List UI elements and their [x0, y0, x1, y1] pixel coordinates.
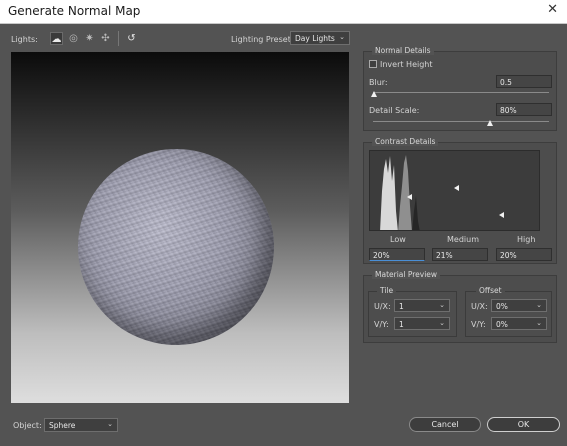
chevron-down-icon: ⌄ — [536, 319, 542, 327]
tile-title: Tile — [377, 286, 397, 295]
chevron-down-icon: ⌄ — [107, 420, 113, 428]
tile-vy-label: V/Y: — [374, 320, 389, 329]
tile-ux-label: U/X: — [374, 302, 391, 311]
detail-scale-label: Detail Scale: — [369, 106, 420, 115]
medium-label: Medium — [447, 235, 479, 244]
normal-details-title: Normal Details — [372, 46, 434, 55]
offset-title: Offset — [476, 286, 505, 295]
offset-ux-value: 0% — [496, 302, 508, 311]
histogram-graph — [380, 155, 420, 230]
detail-scale-slider-thumb[interactable] — [487, 120, 493, 126]
preview-canvas[interactable] — [11, 52, 349, 403]
chevron-down-icon: ⌄ — [536, 301, 542, 309]
offset-ux-label: U/X: — [471, 302, 488, 311]
close-icon[interactable]: ✕ — [547, 2, 558, 17]
chevron-down-icon: ⌄ — [439, 301, 445, 309]
blur-slider-track[interactable] — [373, 92, 549, 93]
blur-field[interactable]: 0.5 — [496, 75, 552, 88]
tile-ux-value: 1 — [399, 302, 404, 311]
add-infinite-light-icon[interactable]: ☁ — [50, 32, 63, 45]
add-spot-light-icon[interactable]: ◎ — [67, 32, 80, 45]
cancel-button[interactable]: Cancel — [409, 417, 481, 432]
medium-marker[interactable] — [454, 185, 459, 191]
offset-vy-label: V/Y: — [471, 320, 486, 329]
window-title: Generate Normal Map — [8, 4, 141, 18]
offset-group: Offset — [465, 286, 552, 337]
object-value: Sphere — [49, 421, 76, 430]
low-marker[interactable] — [407, 194, 412, 200]
lighting-preset-label: Lighting Preset: — [231, 35, 294, 44]
contrast-details-title: Contrast Details — [372, 137, 439, 146]
low-field[interactable]: 20% — [369, 248, 425, 261]
contrast-histogram[interactable] — [369, 150, 540, 231]
lighting-preset-select[interactable]: Day Lights ⌄ — [290, 31, 350, 45]
high-marker[interactable] — [499, 212, 504, 218]
lights-label: Lights: — [11, 35, 38, 44]
object-select[interactable]: Sphere ⌄ — [44, 418, 118, 432]
add-point-light-icon[interactable]: ✷ — [83, 32, 96, 45]
chevron-down-icon: ⌄ — [339, 33, 345, 41]
toolbar-divider — [118, 31, 119, 46]
object-label: Object: — [13, 421, 42, 430]
detail-scale-field[interactable]: 80% — [496, 103, 552, 116]
title-bar: Generate Normal Map ✕ — [0, 0, 567, 24]
preview-sphere[interactable] — [78, 149, 274, 345]
offset-vy-select[interactable]: 0% ⌄ — [491, 317, 547, 330]
chevron-down-icon: ⌄ — [439, 319, 445, 327]
blur-slider-thumb[interactable] — [371, 91, 377, 97]
medium-field[interactable]: 21% — [432, 248, 488, 261]
blur-label: Blur: — [369, 78, 388, 87]
invert-height-checkbox[interactable] — [369, 60, 377, 68]
tile-group: Tile — [368, 286, 457, 337]
high-field[interactable]: 20% — [496, 248, 552, 261]
lighting-preset-value: Day Lights — [295, 34, 335, 43]
material-preview-title: Material Preview — [372, 270, 441, 279]
detail-scale-slider-track[interactable] — [373, 121, 549, 122]
ok-button[interactable]: OK — [487, 417, 560, 432]
tile-ux-select[interactable]: 1 ⌄ — [394, 299, 450, 312]
low-label: Low — [390, 235, 406, 244]
add-image-light-icon[interactable]: ✣ — [99, 32, 112, 45]
invert-height-label: Invert Height — [380, 60, 433, 69]
reset-lights-icon[interactable]: ↺ — [125, 32, 138, 45]
offset-ux-select[interactable]: 0% ⌄ — [491, 299, 547, 312]
high-label: High — [517, 235, 536, 244]
tile-vy-select[interactable]: 1 ⌄ — [394, 317, 450, 330]
tile-vy-value: 1 — [399, 320, 404, 329]
offset-vy-value: 0% — [496, 320, 508, 329]
